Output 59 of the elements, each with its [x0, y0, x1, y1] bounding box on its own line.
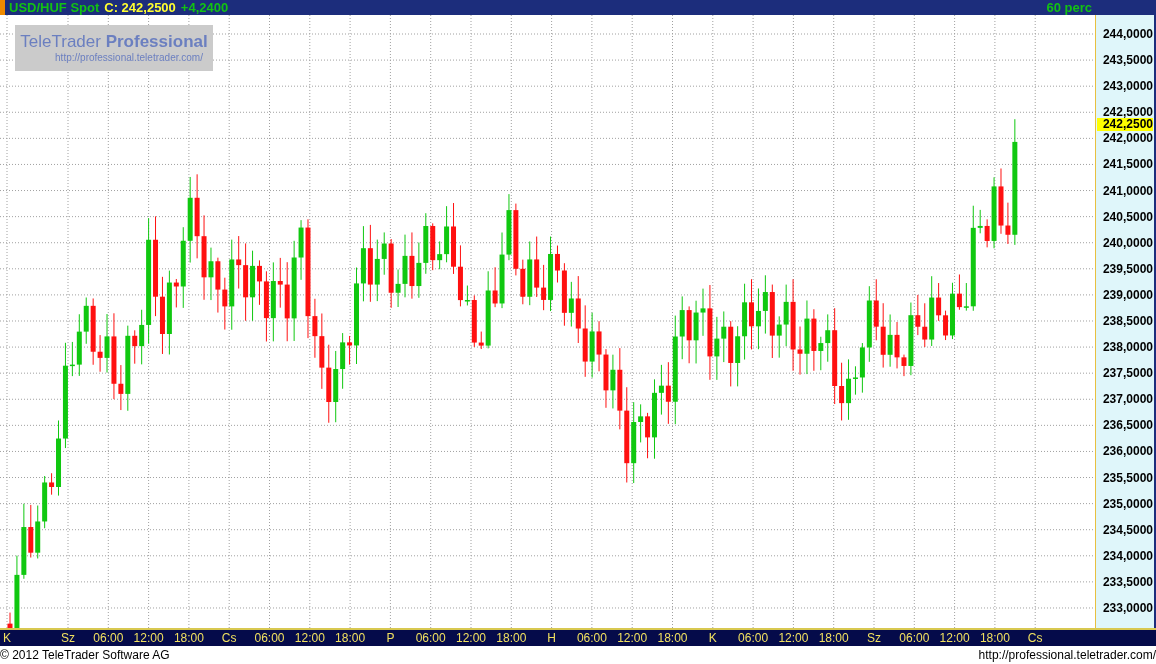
time-label: 12:00 — [294, 631, 325, 645]
price-label: 242,0000 — [1102, 131, 1153, 146]
price-label: 243,0000 — [1102, 79, 1153, 94]
price-label: 233,0000 — [1102, 600, 1153, 615]
price-label: 238,5000 — [1102, 314, 1153, 328]
price-label: 233,5000 — [1102, 574, 1153, 589]
price-label: 234,0000 — [1102, 548, 1153, 563]
price-label: 235,5000 — [1102, 470, 1153, 485]
price-label: 236,0000 — [1102, 444, 1153, 459]
symbol-label: USD/HUF Spot — [9, 1, 100, 14]
time-label: 12:00 — [939, 631, 970, 645]
time-label: 12:00 — [133, 631, 164, 645]
time-label: P — [386, 631, 395, 645]
price-label: 236,5000 — [1102, 418, 1153, 433]
price-label: 234,5000 — [1102, 522, 1153, 537]
close-price: C: 242,2500 — [104, 1, 176, 14]
time-label: 06:00 — [415, 631, 446, 645]
time-label: 18:00 — [657, 631, 688, 645]
logo-title: TeleTrader Professional — [20, 32, 208, 52]
price-label: 244,0000 — [1102, 27, 1153, 41]
interval-label: 60 perc — [1046, 1, 1092, 14]
time-label: Cs — [221, 631, 237, 645]
time-label: 06:00 — [899, 631, 930, 645]
price-label: 239,5000 — [1102, 261, 1153, 276]
time-label: 18:00 — [173, 631, 204, 645]
time-label: H — [547, 631, 556, 645]
time-label: 12:00 — [617, 631, 648, 645]
last-price-marker: 242,2500 — [1097, 118, 1153, 132]
price-label: 243,5000 — [1102, 53, 1153, 68]
price-label: 240,5000 — [1102, 209, 1153, 224]
time-label: K — [3, 631, 11, 645]
footer-link[interactable]: http://professional.teletrader.com/ — [978, 646, 1156, 664]
time-label: K — [708, 631, 717, 645]
header-marker — [0, 0, 5, 15]
time-label: 12:00 — [456, 631, 486, 645]
price-label: 238,0000 — [1102, 340, 1153, 355]
price-label: 240,0000 — [1102, 235, 1153, 250]
time-label: Sz — [867, 631, 881, 645]
time-label: 06:00 — [254, 631, 285, 645]
time-label: 06:00 — [738, 631, 769, 645]
time-label: 18:00 — [979, 631, 1010, 645]
time-label: 06:00 — [93, 631, 124, 645]
price-label: 242,5000 — [1102, 105, 1153, 120]
logo-url: http://professional.teletrader.com/ — [55, 52, 203, 64]
time-label: Cs — [1027, 631, 1043, 645]
price-label: 237,0000 — [1102, 392, 1153, 407]
price-label: 237,5000 — [1102, 366, 1153, 381]
price-change: +4,2400 — [180, 1, 229, 14]
time-label: 18:00 — [496, 631, 527, 645]
price-label: 239,0000 — [1102, 287, 1153, 302]
price-label: 241,5000 — [1102, 157, 1153, 172]
time-label: 18:00 — [335, 631, 366, 645]
time-label: 12:00 — [778, 631, 809, 645]
price-label: 241,0000 — [1102, 183, 1153, 198]
price-label: 235,0000 — [1102, 496, 1153, 511]
time-label: 06:00 — [576, 631, 607, 645]
time-label: 18:00 — [818, 631, 849, 645]
copyright-text: © 2012 TeleTrader Software AG — [0, 647, 170, 664]
time-label: Sz — [61, 631, 75, 645]
